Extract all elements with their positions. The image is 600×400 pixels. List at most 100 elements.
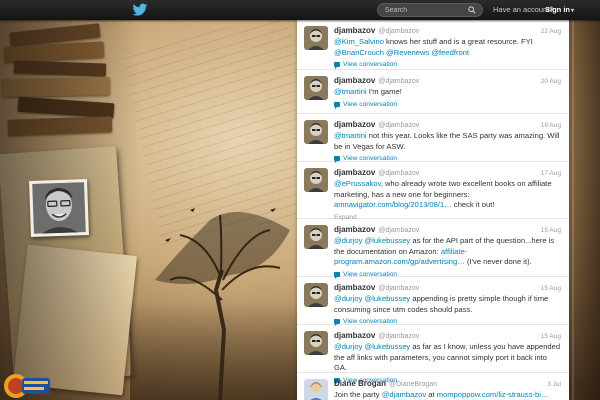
tweet-text-segment: at <box>426 390 437 399</box>
mention-link[interactable]: @djambazov <box>382 390 426 399</box>
top-navigation-bar: Have an account? Sign in▾ <box>0 0 600 20</box>
tweet[interactable]: djambazov @djambazov 15 Aug @durjoy @lukebu… <box>297 277 569 327</box>
tweet-timestamp[interactable]: 3 Jul <box>547 381 561 388</box>
tweet-author-name[interactable]: djambazov <box>334 225 375 234</box>
background-city <box>130 300 310 400</box>
tweet-text-segment: Join the party <box>334 390 382 399</box>
tweet-text: @tmartini I'm game! <box>334 87 561 98</box>
conversation-icon <box>334 319 340 327</box>
search-field[interactable] <box>377 3 483 17</box>
avatar[interactable] <box>304 168 328 192</box>
tweet-timestamp[interactable]: 17 Aug <box>541 170 561 177</box>
tweet-author-name[interactable]: djambazov <box>334 76 375 85</box>
tweet-header: Diane Brogan @DianeBrogan 3 Jul <box>334 379 561 389</box>
mention-link[interactable]: @feedfront <box>431 48 469 57</box>
tweet[interactable]: djambazov @djambazov 17 Aug @ePrussakov, wh… <box>297 162 569 221</box>
conversation-icon <box>334 156 340 164</box>
tweet-author-name[interactable]: djambazov <box>334 331 375 340</box>
person-photo <box>32 182 86 234</box>
tweet-header: djambazov @djambazov 15 Aug <box>334 331 561 341</box>
tweet-header: djambazov @djambazov 17 Aug <box>334 168 561 178</box>
tweet-timestamp[interactable]: 15 Aug <box>541 285 561 292</box>
tweet[interactable]: djambazov @djambazov 19 Aug @tmartini not t… <box>297 114 569 164</box>
avatar[interactable] <box>304 379 328 400</box>
tweet-header: djambazov @djambazov 19 Aug <box>334 120 561 130</box>
tweet-header: djambazov @djambazov 20 Aug <box>334 76 561 86</box>
tweet-text: @durjoy @lukebussey appending is pretty … <box>334 294 561 315</box>
mention-link[interactable]: @Kim_Salvino <box>334 37 384 46</box>
avatar[interactable] <box>304 120 328 144</box>
sign-in-label: Sign in <box>545 5 570 14</box>
twitter-bird-icon[interactable] <box>132 3 148 17</box>
mention-link[interactable]: @lukebussey <box>365 342 411 351</box>
chevron-down-icon: ▾ <box>571 8 575 14</box>
search-input[interactable] <box>385 4 475 16</box>
avatar[interactable] <box>304 76 328 100</box>
tweet-timestamp[interactable]: 20 Aug <box>541 78 561 85</box>
tweet-text: @tmartini not this year. Looks like the … <box>334 131 561 152</box>
tweet-author-handle[interactable]: @djambazov <box>378 333 419 340</box>
mention-link[interactable]: @ePrussakov <box>334 179 381 188</box>
mention-link[interactable]: @lukebussey <box>365 294 411 303</box>
mention-link[interactable]: @durjoy <box>334 342 362 351</box>
view-conversation-link[interactable]: View conversation <box>334 60 561 70</box>
avatar[interactable] <box>304 283 328 307</box>
mention-link[interactable]: @lukebussey <box>365 236 411 245</box>
tweet-text: @ePrussakov, who already wrote two excel… <box>334 179 561 211</box>
mention-link[interactable]: @Revenews <box>386 48 429 57</box>
tweet-text-segment: I'm game! <box>366 87 402 96</box>
tweet-author-handle[interactable]: @djambazov <box>378 285 419 292</box>
tweet-text-segment: (I've never done it). <box>464 257 532 267</box>
tweet-timestamp[interactable]: 22 Aug <box>541 28 561 35</box>
url-link[interactable]: mompoppow.com/liz-strauss-bi… <box>437 390 549 399</box>
tweet-author-handle[interactable]: @djambazov <box>378 170 419 177</box>
avatar[interactable] <box>304 26 328 50</box>
tweet[interactable]: djambazov @djambazov 22 Aug @Kim_Salvino kn… <box>297 20 569 70</box>
mention-link[interactable]: @durjoy <box>334 236 362 245</box>
tweet-author-handle[interactable]: @djambazov <box>378 78 419 85</box>
tweet[interactable]: djambazov @djambazov 15 Aug @durjoy @lukebu… <box>297 325 569 385</box>
tweet-timestamp[interactable]: 15 Aug <box>541 333 561 340</box>
mention-link[interactable]: @tmartini <box>334 87 367 96</box>
tweet[interactable]: Diane Brogan @DianeBrogan 3 Jul Join the pa… <box>297 373 569 400</box>
profile-photo <box>29 179 89 237</box>
sign-in-button[interactable]: Sign in▾ <box>545 5 574 14</box>
tweet-text: Join the party @djambazov at mompoppow.c… <box>334 390 561 400</box>
tweet-author-name[interactable]: djambazov <box>334 120 375 129</box>
tweet-author-name[interactable]: djambazov <box>334 26 375 35</box>
tweet-timestamp[interactable]: 15 Aug <box>541 227 561 234</box>
tweet-text-segment: not this year. Looks like the SAS party … <box>334 131 560 151</box>
tweet-header: djambazov @djambazov 15 Aug <box>334 225 561 235</box>
tweet-author-handle[interactable]: @djambazov <box>378 227 419 234</box>
tweet[interactable]: djambazov @djambazov 15 Aug @durjoy @lukebu… <box>297 219 569 279</box>
tweet-text: @durjoy @lukebussey as far as I know, un… <box>334 342 561 374</box>
tweet-header: djambazov @djambazov 15 Aug <box>334 283 561 293</box>
tweet[interactable]: djambazov @djambazov 20 Aug @tmartini I'm g… <box>297 70 569 114</box>
avatar[interactable] <box>304 331 328 355</box>
action-label: View conversation <box>343 61 398 69</box>
conversation-icon <box>334 101 340 109</box>
url-link[interactable]: amnavigator.com/blog/2013/08/1… <box>334 200 452 209</box>
avatar[interactable] <box>304 225 328 249</box>
search-icon[interactable] <box>468 6 476 14</box>
affiliate-badge-logo <box>4 374 50 398</box>
conversation-icon <box>334 62 340 70</box>
tweet-header: djambazov @djambazov 22 Aug <box>334 26 561 36</box>
action-label: View conversation <box>343 100 398 108</box>
tweet-author-name[interactable]: djambazov <box>334 168 375 177</box>
tweet-author-name[interactable]: Diane Brogan <box>334 379 386 388</box>
tweet-author-handle[interactable]: @djambazov <box>378 122 419 129</box>
tweet-author-name[interactable]: djambazov <box>334 283 375 292</box>
tweet-timeline: djambazov @djambazov 22 Aug @Kim_Salvino kn… <box>297 20 569 400</box>
mention-link[interactable]: @durjoy <box>334 294 362 303</box>
view-conversation-link[interactable]: View conversation <box>334 100 561 109</box>
tweet-author-handle[interactable]: @DianeBrogan <box>389 381 437 388</box>
tweet-text: @durjoy @lukebussey as for the API part … <box>334 236 561 268</box>
tweet-text: @Kim_Salvino knows her stuff and is a gr… <box>334 37 561 58</box>
tweet-text-segment: check it out! <box>451 200 495 210</box>
mention-link[interactable]: @BrianCrouch <box>334 48 384 57</box>
tweet-timestamp[interactable]: 19 Aug <box>541 122 561 129</box>
tweet-author-handle[interactable]: @djambazov <box>378 28 419 35</box>
page-scrollbar[interactable] <box>572 20 574 400</box>
mention-link[interactable]: @tmartini <box>334 131 367 140</box>
